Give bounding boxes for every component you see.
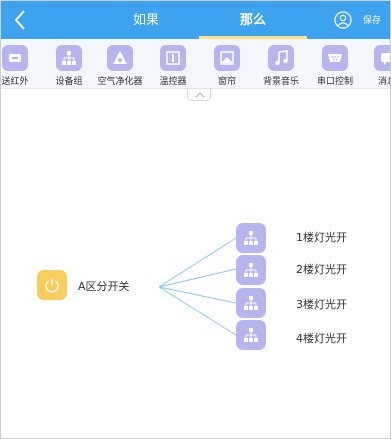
action-label: 4楼灯光开 <box>296 332 347 345</box>
link-line <box>158 268 237 288</box>
link-line <box>158 237 237 288</box>
action-label: 1楼灯光开 <box>296 231 347 244</box>
device-group-icon <box>244 231 258 245</box>
device-group-icon <box>244 296 258 310</box>
device-group-icon <box>244 263 258 277</box>
connection-lines <box>158 237 237 336</box>
power-icon <box>45 278 59 293</box>
app-window: 如果 那么 保存 送红外 设备组 空气净化器 温控器 窗帘 背景音乐 串口控制 … <box>0 0 391 439</box>
action-label: 2楼灯光开 <box>296 263 347 276</box>
trigger-label: A区分开关 <box>78 280 130 293</box>
link-line <box>158 286 237 336</box>
action-node[interactable] <box>236 255 266 285</box>
action-label: 3楼灯光开 <box>296 298 347 311</box>
action-node[interactable] <box>236 223 266 253</box>
action-node[interactable] <box>236 288 266 318</box>
link-line <box>158 286 237 304</box>
action-node[interactable] <box>236 320 266 350</box>
trigger-node[interactable] <box>37 270 67 300</box>
device-group-icon <box>244 328 258 342</box>
